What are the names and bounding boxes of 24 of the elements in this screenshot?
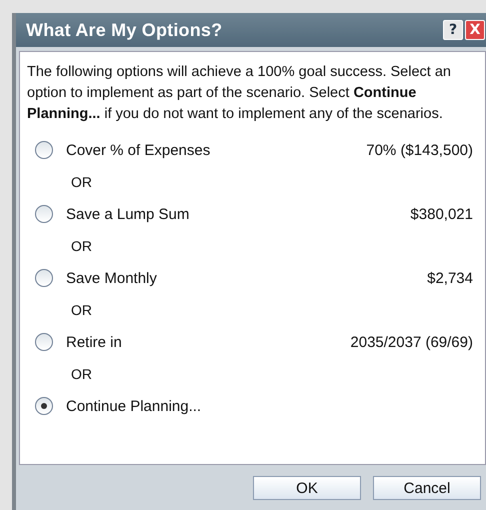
or-separator: OR [71,365,92,384]
radio-button[interactable] [35,333,53,351]
or-separator: OR [71,301,92,320]
close-button[interactable]: X [465,20,485,40]
option-label[interactable]: Save Monthly [66,270,428,286]
radio-button[interactable] [35,397,53,415]
option-label[interactable]: Save a Lump Sum [66,206,410,222]
ok-button[interactable]: OK [253,476,361,500]
cancel-button[interactable]: Cancel [373,476,481,500]
radio-button[interactable] [35,205,53,223]
radio-button[interactable] [35,269,53,287]
option-value: $380,021 [410,206,473,222]
window-title: What Are My Options? [26,20,224,40]
or-separator: OR [71,173,92,192]
radio-button[interactable] [35,141,53,159]
option-label[interactable]: Retire in [66,334,350,350]
or-separator: OR [71,237,92,256]
help-button[interactable]: ? [443,20,463,40]
option-label[interactable]: Continue Planning... [66,398,473,414]
instructions-text: The following options will achieve a 100% goal success. Select an option to implement as part of the scenario. Select Continue Planning... if you do not want to implement any of the scenarios. [27,63,452,124]
option-value: $2,734 [427,270,473,286]
option-value: 2035/2037 (69/69) [350,334,473,350]
option-value: 70% ($143,500) [366,142,473,158]
option-label[interactable]: Cover % of Expenses [66,142,366,158]
